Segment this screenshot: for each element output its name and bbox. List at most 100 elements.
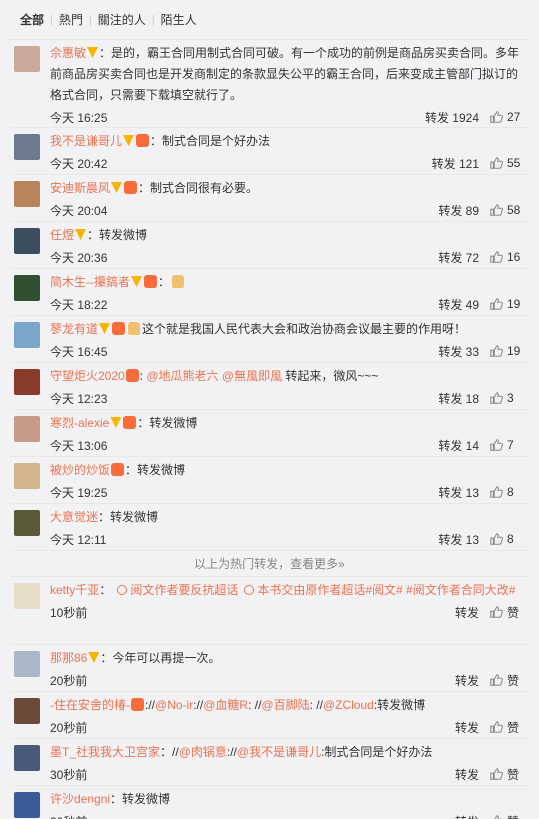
like-button[interactable]: 8 [489, 532, 529, 546]
repost-button[interactable]: 转发 13 [438, 484, 479, 501]
repost-item: 寒烈-alexie ：转发微博 今天 13:06 转发 14 7 [10, 410, 529, 457]
repost-button[interactable]: 转发 [455, 813, 479, 819]
mention-link[interactable]: @ZCloud [323, 698, 374, 712]
user-avatar[interactable] [14, 275, 40, 301]
timestamp: 今天 20:36 [50, 250, 108, 265]
like-button[interactable]: 19 [489, 344, 529, 358]
content-text: :// [226, 745, 237, 759]
content-text: ：转发微博 [87, 228, 148, 242]
timestamp: 今天 12:23 [50, 391, 108, 406]
user-avatar[interactable] [14, 583, 40, 609]
repost-meta: 今天 20:42 转发 121 55 [50, 152, 529, 174]
repost-button[interactable]: 转发 33 [438, 343, 479, 360]
tab-all[interactable]: 全部 [14, 11, 50, 28]
user-avatar[interactable] [14, 181, 40, 207]
tab-following[interactable]: 關注的人 [92, 11, 152, 28]
repost-button[interactable]: 转发 [455, 604, 479, 621]
timestamp: 今天 19:25 [50, 485, 108, 500]
repost-text: 大意觉迷：转发微博 [50, 504, 529, 528]
like-button[interactable]: 赞 [489, 672, 529, 689]
timestamp: 今天 13:06 [50, 438, 108, 453]
username-link[interactable]: 许沙dengni [50, 792, 110, 806]
repost-button[interactable]: 转发 14 [438, 437, 479, 454]
repost-button[interactable]: 转发 72 [438, 249, 479, 266]
see-more-link[interactable]: 以上为热门转发，查看更多» [10, 551, 529, 577]
user-avatar[interactable] [14, 369, 40, 395]
like-button[interactable]: 赞 [489, 604, 529, 621]
verified-icon [110, 417, 122, 428]
like-count: 赞 [507, 767, 520, 782]
filter-tabs: 全部 | 熱門 | 關注的人 | 陌生人 [10, 0, 529, 40]
like-button[interactable]: 7 [489, 438, 529, 452]
thumbs-up-icon [490, 606, 503, 618]
username-link[interactable]: ketty千亚 [50, 583, 99, 597]
repost-text: 那那86 ：今年可以再提一次。 [50, 645, 529, 669]
mention-link[interactable]: @肉锅意 [179, 745, 227, 759]
see-more-text[interactable]: 以上为热门转发，查看更多» [194, 557, 345, 571]
username-link[interactable]: 大意觉迷 [50, 510, 98, 524]
verified-icon [88, 652, 100, 663]
user-avatar[interactable] [14, 134, 40, 160]
username-link[interactable]: 安迪斯晨风 [50, 181, 110, 195]
repost-button[interactable]: 转发 [455, 766, 479, 783]
mention-link[interactable]: @血糖R [203, 698, 248, 712]
topic-link[interactable]: 阅文作者要反抗超话 [130, 583, 238, 597]
repost-button[interactable]: 转发 [455, 672, 479, 689]
content-text: ： [99, 583, 112, 597]
like-button[interactable]: 8 [489, 485, 529, 499]
mention-link[interactable]: @我不是谦哥儿 [237, 745, 321, 759]
user-avatar[interactable] [14, 228, 40, 254]
mention-link[interactable]: @地瓜熊老六 [146, 369, 218, 383]
username-link[interactable]: 任煜 [50, 228, 74, 242]
user-avatar[interactable] [14, 463, 40, 489]
username-link[interactable]: -住在安舍的椿- [50, 698, 130, 712]
repost-button[interactable]: 转发 89 [438, 202, 479, 219]
user-avatar[interactable] [14, 322, 40, 348]
username-link[interactable]: 简木生--攥鎬者 [50, 275, 130, 289]
user-avatar[interactable] [14, 416, 40, 442]
repost-button[interactable]: 转发 49 [438, 296, 479, 313]
repost-meta: 30秒前 转发 赞 [50, 763, 529, 785]
like-button[interactable]: 赞 [489, 813, 529, 819]
username-link[interactable]: 我不是谦哥儿 [50, 134, 122, 148]
username-link[interactable]: 守望炬火2020 [50, 369, 125, 383]
username-link[interactable]: 墨T_社我我大卫宫家 [50, 745, 160, 759]
username-link[interactable]: 寒烈-alexie [50, 416, 109, 430]
mention-link[interactable]: @No-ir [155, 698, 193, 712]
timestamp: 今天 20:42 [50, 156, 108, 171]
username-link[interactable]: 蓼龙有道 [50, 322, 98, 336]
repost-button[interactable]: 转发 13 [438, 531, 479, 548]
tab-hot[interactable]: 熱門 [53, 11, 89, 28]
like-button[interactable]: 19 [489, 297, 529, 311]
like-button[interactable]: 3 [489, 391, 529, 405]
mention-link[interactable]: @無風即風 [222, 369, 282, 383]
mention-link[interactable]: @百脚陆 [261, 698, 309, 712]
thumbs-up-icon [490, 298, 503, 310]
like-button[interactable]: 赞 [489, 719, 529, 736]
user-avatar[interactable] [14, 745, 40, 771]
verified-icon [87, 47, 99, 58]
repost-button[interactable]: 转发 1924 [425, 109, 479, 126]
like-button[interactable]: 27 [489, 110, 529, 124]
repost-meta: 今天 19:25 转发 13 8 [50, 481, 529, 503]
username-link[interactable]: 佘惠敏 [50, 46, 86, 60]
thumbs-up-emoji-icon [128, 322, 141, 335]
like-button[interactable]: 赞 [489, 766, 529, 783]
verified-icon [123, 135, 135, 146]
repost-button[interactable]: 转发 [455, 719, 479, 736]
like-button[interactable]: 58 [489, 203, 529, 217]
repost-button[interactable]: 转发 18 [438, 390, 479, 407]
like-button[interactable]: 55 [489, 156, 529, 170]
user-avatar[interactable] [14, 792, 40, 818]
user-avatar[interactable] [14, 651, 40, 677]
user-avatar[interactable] [14, 510, 40, 536]
user-avatar[interactable] [14, 46, 40, 72]
member-badge-icon [111, 463, 125, 476]
username-link[interactable]: 被炒的炒饭 [50, 463, 110, 477]
tab-strangers[interactable]: 陌生人 [155, 11, 203, 28]
topic-link[interactable]: 本书交由原作者超话#阅文# #阅文作者合同大改# [257, 583, 515, 597]
username-link[interactable]: 那那86 [50, 651, 87, 665]
user-avatar[interactable] [14, 698, 40, 724]
repost-button[interactable]: 转发 121 [432, 155, 479, 172]
like-button[interactable]: 16 [489, 250, 529, 264]
